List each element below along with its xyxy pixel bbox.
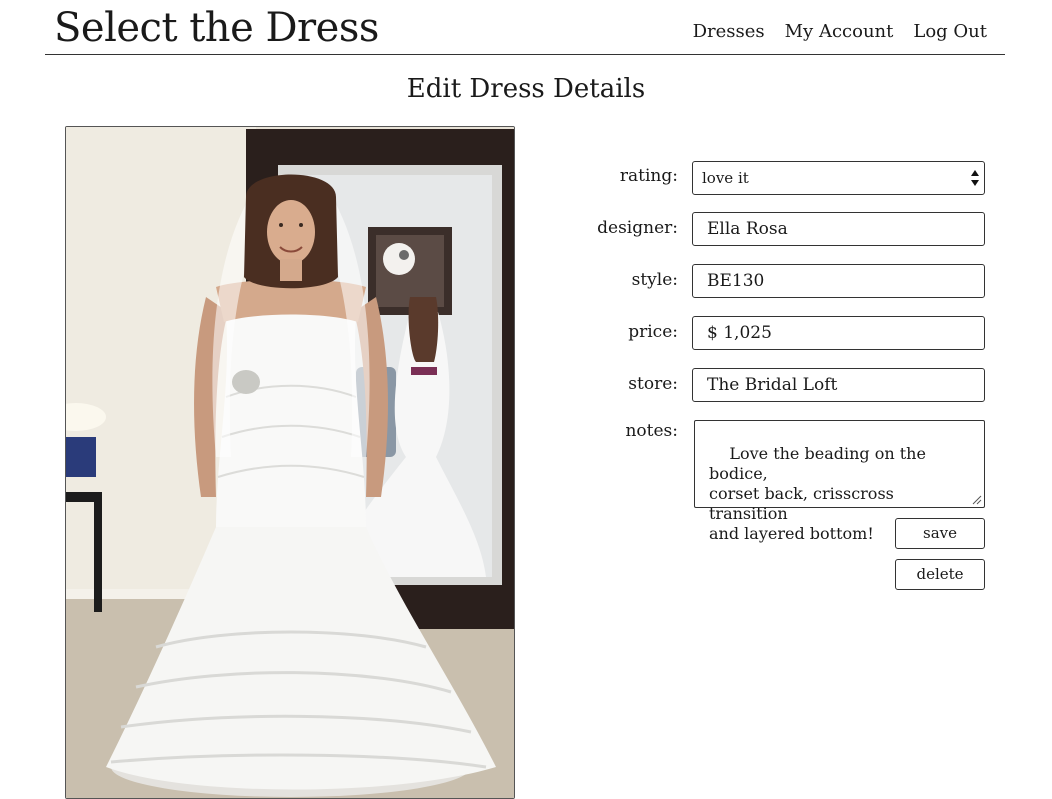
style-input[interactable]: BE130 xyxy=(692,264,985,298)
notes-label: notes: xyxy=(625,421,678,441)
save-button[interactable]: save xyxy=(895,518,985,549)
store-label: store: xyxy=(628,374,678,394)
designer-label: designer: xyxy=(597,218,678,238)
notes-row: notes: Love the beading on the bodice, c… xyxy=(560,420,985,543)
price-input[interactable]: $ 1,025 xyxy=(692,316,985,350)
site-header: Select the Dress Dresses My Account Log … xyxy=(45,0,1005,55)
nav-log-out-link[interactable]: Log Out xyxy=(913,20,987,44)
page-title: Edit Dress Details xyxy=(406,74,646,104)
site-brand[interactable]: Select the Dress xyxy=(54,4,379,52)
main-nav: Dresses My Account Log Out xyxy=(693,20,987,44)
price-label: price: xyxy=(628,322,678,342)
price-row: price: $ 1,025 xyxy=(560,316,985,352)
rating-select-value: love it xyxy=(702,169,749,187)
dress-photo xyxy=(65,126,515,799)
nav-my-account-link[interactable]: My Account xyxy=(785,20,894,44)
store-row: store: The Bridal Loft xyxy=(560,368,985,404)
style-row: style: BE130 xyxy=(560,264,985,300)
notes-textarea[interactable]: Love the beading on the bodice, corset b… xyxy=(694,420,985,543)
rating-label: rating: xyxy=(619,166,678,186)
rating-select[interactable]: love it xyxy=(692,161,985,195)
delete-button[interactable]: delete xyxy=(895,559,985,590)
rating-row: rating: love it xyxy=(560,161,985,197)
designer-row: designer: Ella Rosa xyxy=(560,212,985,248)
select-arrows-icon xyxy=(971,170,979,186)
designer-input[interactable]: Ella Rosa xyxy=(692,212,985,246)
nav-dresses-link[interactable]: Dresses xyxy=(693,20,765,44)
resize-grip-icon[interactable] xyxy=(972,495,982,505)
style-label: style: xyxy=(631,270,678,290)
store-input[interactable]: The Bridal Loft xyxy=(692,368,985,402)
